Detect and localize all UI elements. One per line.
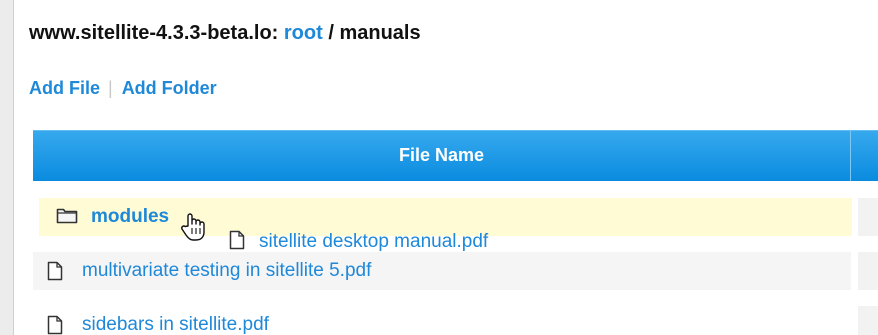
add-folder-link[interactable]: Add Folder [122, 78, 217, 98]
file-icon [229, 230, 245, 255]
file-row[interactable]: multivariate testing in sitellite 5.pdf [33, 252, 878, 290]
breadcrumb-separator: / [328, 22, 334, 44]
add-file-link[interactable]: Add File [29, 78, 100, 98]
file-icon [47, 261, 63, 286]
column-header-file-name[interactable]: File Name [33, 131, 851, 181]
breadcrumb-current: manuals [339, 22, 421, 44]
file-row[interactable]: sidebars in sitellite.pdf [33, 306, 878, 335]
drag-ghost-label: sitellite desktop manual.pdf [259, 231, 489, 252]
file-table-header: File Name [33, 130, 878, 181]
file-row-next-cell [858, 198, 878, 236]
file-icon [47, 315, 63, 335]
action-divider: | [108, 78, 113, 98]
folder-icon [56, 206, 78, 229]
action-bar: Add File | Add Folder [29, 78, 217, 99]
breadcrumb-site: www.sitellite-4.3.3-beta.lo: [29, 22, 279, 44]
file-row-name-link[interactable]: multivariate testing in sitellite 5.pdf [82, 260, 371, 282]
breadcrumb: www.sitellite-4.3.3-beta.lo: root / manu… [29, 22, 421, 45]
file-row-next-cell [858, 252, 878, 290]
file-row-name-link[interactable]: modules [91, 206, 169, 228]
column-header-next [851, 131, 878, 181]
file-row-name-link[interactable]: sidebars in sitellite.pdf [82, 314, 269, 335]
hand-cursor-icon [180, 212, 206, 247]
breadcrumb-root-link[interactable]: root [284, 22, 323, 44]
file-manager-panel: www.sitellite-4.3.3-beta.lo: root / manu… [13, 0, 878, 335]
file-row-next-cell [858, 306, 878, 335]
